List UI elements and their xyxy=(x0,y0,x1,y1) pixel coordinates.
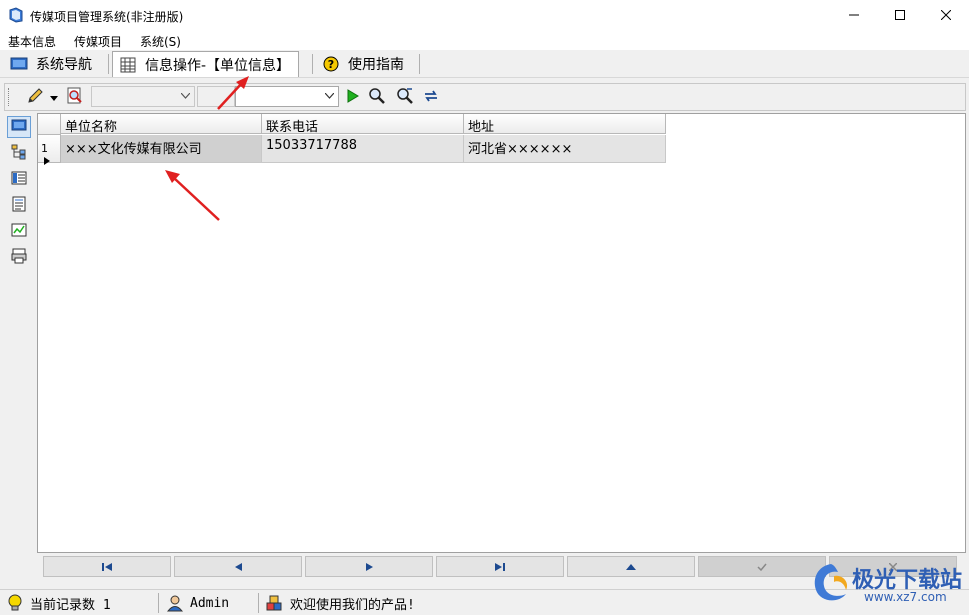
annotation-arrows xyxy=(165,76,249,221)
insert-record-button[interactable] xyxy=(567,556,695,577)
prior-record-button[interactable] xyxy=(174,556,302,577)
next-record-icon xyxy=(365,562,373,571)
bulb-icon xyxy=(6,594,24,612)
status-record-count: 当前记录数 1 xyxy=(6,593,111,613)
product-icon xyxy=(266,594,284,612)
next-record-button[interactable] xyxy=(305,556,433,577)
status-divider xyxy=(258,593,259,613)
watermark-url: www.xz7.com xyxy=(864,590,947,604)
last-record-icon xyxy=(495,562,505,571)
insert-icon xyxy=(626,563,636,570)
status-message-text: 欢迎使用我们的产品! xyxy=(290,597,415,613)
watermark-logo-icon xyxy=(814,564,848,601)
annotation-arrow-cell xyxy=(173,177,220,221)
watermark: 极光下载站 www.xz7.com xyxy=(806,558,966,610)
annotation-arrow-tab xyxy=(217,82,243,110)
status-divider xyxy=(158,593,159,613)
status-user: Admin xyxy=(166,593,229,613)
user-icon xyxy=(166,594,184,612)
prior-record-icon xyxy=(234,562,242,571)
first-record-icon xyxy=(102,562,112,571)
status-record-text: 当前记录数 1 xyxy=(30,597,111,613)
post-icon xyxy=(757,563,767,571)
status-user-text: Admin xyxy=(190,595,230,611)
first-record-button[interactable] xyxy=(43,556,171,577)
status-message: 欢迎使用我们的产品! xyxy=(266,593,415,613)
last-record-button[interactable] xyxy=(436,556,564,577)
